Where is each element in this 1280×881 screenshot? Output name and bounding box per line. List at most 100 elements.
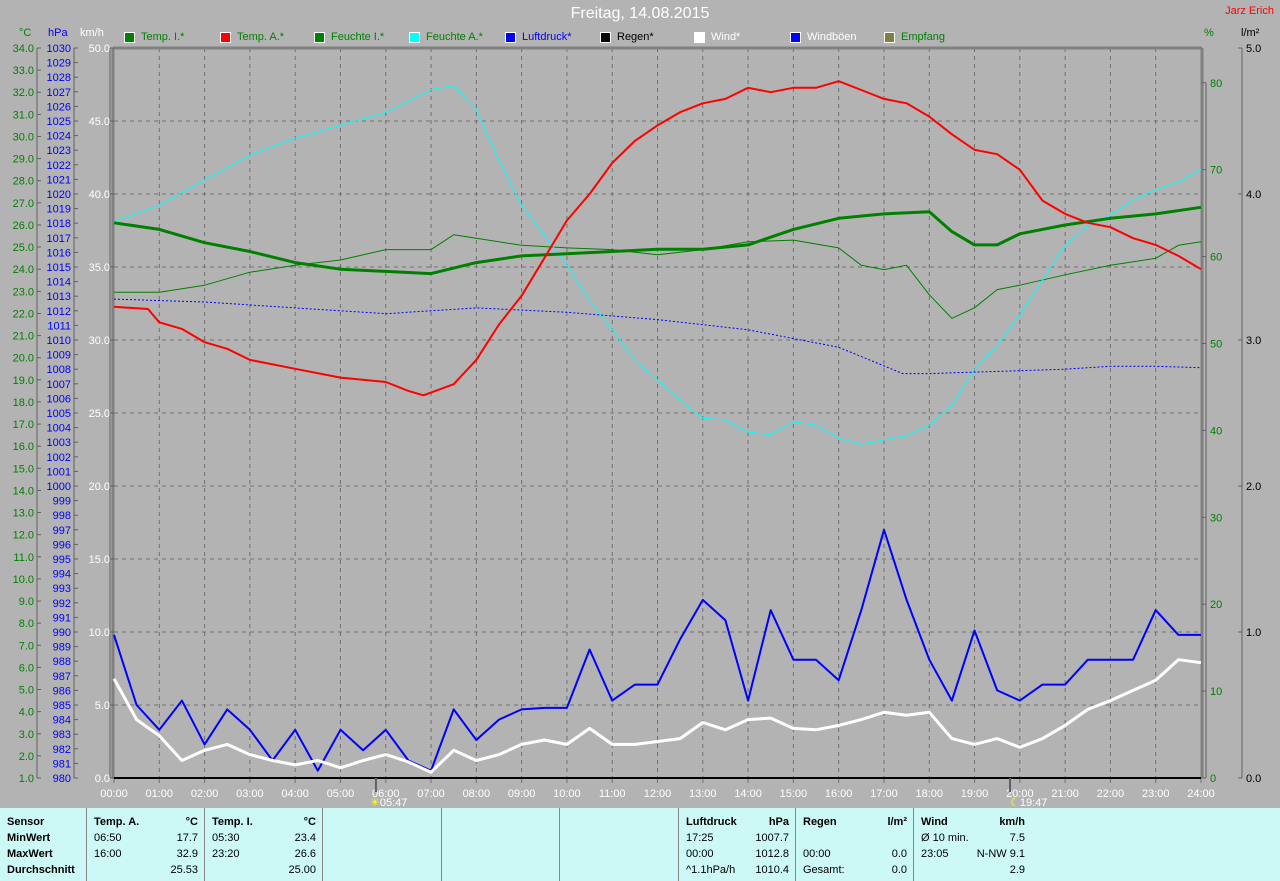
time: ^1.1hPa/h [686, 864, 736, 876]
x-tick-label: 11:00 [599, 788, 626, 800]
value: 1007.7 [755, 832, 789, 844]
wind-axis-tick-label: 50.0 [89, 43, 110, 55]
value: 25.53 [170, 864, 198, 876]
legend-label: Regen* [617, 31, 654, 43]
pressure-axis-tick-label: 1027 [47, 87, 71, 99]
x-tick-label: 13:00 [689, 788, 717, 800]
legend-label: Feuchte A.* [426, 31, 483, 43]
legend-item-wind[interactable]: Wind* [694, 31, 740, 43]
legend-item-luftdruck[interactable]: Luftdruck* [505, 31, 572, 43]
time: 16:00 [94, 848, 122, 860]
unit: °C [303, 816, 316, 828]
legend-label: Feuchte I.* [331, 31, 385, 43]
legend-item-feuchte-a[interactable]: Feuchte A.* [409, 31, 483, 43]
pressure-axis-tick-label: 980 [53, 773, 71, 785]
unit: hPa [768, 816, 789, 828]
humidity-axis-tick-label: 20 [1210, 599, 1222, 611]
pressure-axis-tick-label: 1008 [47, 364, 71, 376]
time: 23:05 [921, 848, 949, 860]
pressure-axis-tick-label: 1017 [47, 233, 71, 245]
legend-swatch [884, 31, 895, 43]
author-name: Jarz Erich [1225, 5, 1274, 17]
pressure-axis-tick-label: 988 [53, 656, 71, 668]
value: 25.00 [288, 864, 316, 876]
humidity-axis-tick-label: 10 [1210, 686, 1222, 698]
legend-item-temp-i[interactable]: Temp. I.* [124, 31, 184, 43]
legend-item-windboeen[interactable]: Windböen [790, 31, 857, 43]
temp-axis-tick-label: 34.0 [13, 43, 34, 55]
x-tick-label: 14:00 [734, 788, 762, 800]
temp-axis-tick-label: 22.0 [13, 308, 34, 320]
legend-item-regen[interactable]: Regen* [600, 31, 654, 43]
wind-axis-tick-label: 40.0 [89, 189, 110, 201]
pressure-axis-tick-label: 1000 [47, 481, 71, 493]
legend-item-feuchte-i[interactable]: Feuchte I.* [314, 31, 384, 43]
legend-item-empfang[interactable]: Empfang [884, 31, 945, 43]
pressure-axis-tick-label: 984 [53, 715, 71, 727]
pressure-axis-tick-label: 1018 [47, 218, 71, 230]
value: 32.9 [176, 848, 198, 860]
row-label-max: MaxWert [7, 848, 53, 860]
column-wind: Wind km/h Ø 10 min. 7.5 23:05 N-NW 9.1 2.9 [913, 808, 1031, 881]
x-tick-label: 08:00 [463, 788, 491, 800]
value: N-NW 9.1 [976, 848, 1025, 860]
temp-axis-tick-label: 8.0 [19, 618, 34, 630]
value: 0.0 [891, 864, 907, 876]
statistics-table: Sensor MinWert MaxWert Durchschnitt Temp… [0, 808, 1280, 881]
rain-axis-tick-label: 0.0 [1246, 773, 1261, 785]
wind-axis-tick-label: 30.0 [89, 335, 110, 347]
pressure-axis-tick-label: 1002 [47, 452, 71, 464]
temp-axis-tick-label: 25.0 [13, 242, 34, 254]
temp-axis-tick-label: 30.0 [13, 131, 34, 143]
pressure-axis-tick-label: 1012 [47, 306, 71, 318]
rain-axis-tick-label: 3.0 [1246, 335, 1261, 347]
pressure-axis-tick-label: 1029 [47, 58, 71, 70]
value: 1012.8 [755, 848, 789, 860]
pressure-axis-tick-label: 994 [53, 569, 71, 581]
value: 23.4 [294, 832, 316, 844]
pressure-axis-tick-label: 1024 [47, 131, 71, 143]
pressure-axis-tick-label: 993 [53, 583, 71, 595]
unit: °C [185, 816, 198, 828]
legend-label: Temp. I.* [141, 31, 185, 43]
wind-axis-tick-label: 10.0 [89, 627, 110, 639]
pressure-axis-tick-label: 1025 [47, 116, 71, 128]
legend-swatch [124, 31, 135, 43]
column-temp-a: Temp. A. °C 06:50 17.7 16:00 32.9 25.53 [86, 808, 204, 881]
wind-axis-tick-label: 25.0 [89, 408, 110, 420]
pressure-axis-tick-label: 999 [53, 496, 71, 508]
pressure-axis-tick-label: 981 [53, 758, 71, 770]
temp-axis-tick-label: 3.0 [19, 729, 34, 741]
pressure-axis-tick-label: 1022 [47, 160, 71, 172]
pressure-unit: hPa [48, 27, 68, 39]
legend-label: Temp. A.* [237, 31, 285, 43]
rain-unit: l/m² [1241, 27, 1260, 39]
weather-chart: 00:00 01:00 02:00 03:00 04:00 05:00 06:00 07:00… [13, 43, 1262, 800]
pressure-axis-tick-label: 1010 [47, 335, 71, 347]
legend-item-temp-a[interactable]: Temp. A.* [220, 31, 284, 43]
pressure-axis-tick-label: 1003 [47, 437, 71, 449]
wind-axis-tick-label: 20.0 [89, 481, 110, 493]
x-tick-label: 15:00 [780, 788, 808, 800]
wind-axis-tick-label: 45.0 [89, 116, 110, 128]
legend-swatch [790, 31, 801, 43]
pressure-axis-tick-label: 1014 [47, 277, 71, 289]
pressure-axis-tick-label: 996 [53, 539, 71, 551]
legend-swatch [505, 31, 516, 43]
rain-axis-tick-label: 4.0 [1246, 189, 1261, 201]
legend-label: Windböen [807, 31, 857, 43]
x-tick-label: 00:00 [100, 788, 128, 800]
humidity-axis-tick-label: 80 [1210, 78, 1222, 90]
pressure-axis-tick-label: 1016 [47, 247, 71, 259]
humidity-axis-tick-label: 0 [1210, 773, 1216, 785]
temp-axis-tick-label: 26.0 [13, 220, 34, 232]
x-tick-label: 24:00 [1187, 788, 1215, 800]
temp-axis-tick-label: 20.0 [13, 353, 34, 365]
wind-axis-tick-label: 5.0 [95, 700, 110, 712]
pressure-axis-tick-label: 982 [53, 744, 71, 756]
time: 00:00 [803, 848, 831, 860]
x-tick-label: 01:00 [146, 788, 174, 800]
pressure-axis-tick-label: 985 [53, 700, 71, 712]
header-temp-i: Temp. I. [212, 816, 253, 828]
rain-axis-tick-label: 1.0 [1246, 627, 1261, 639]
